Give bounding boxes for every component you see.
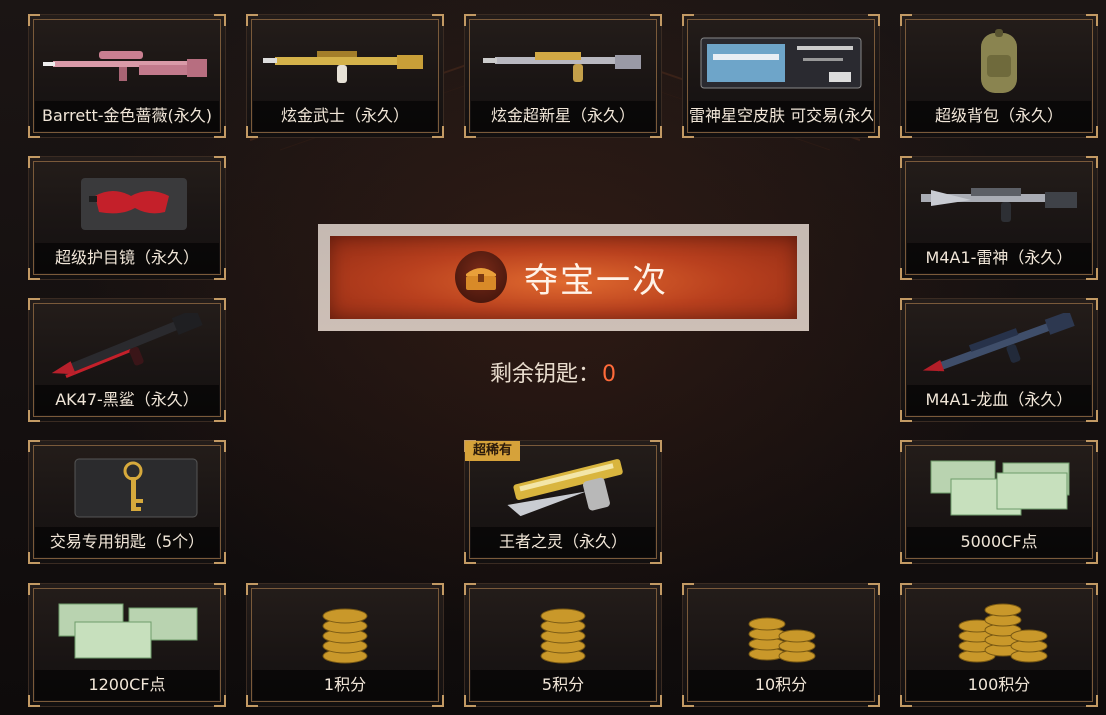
prize-label: 超级护目镜（永久） xyxy=(35,243,219,273)
prize-label: 炫金超新星（永久） xyxy=(471,101,655,131)
prize-label: 1200CF点 xyxy=(35,670,219,700)
keys-remaining-count: 0 xyxy=(602,362,616,387)
backpack-icon xyxy=(909,23,1089,101)
prize-thor-starry-skin[interactable]: 雷神星空皮肤 可交易(永久) xyxy=(682,14,880,138)
draw-button-label: 夺宝一次 xyxy=(524,261,668,301)
prize-label: Barrett-金色蔷薇(永久) xyxy=(35,101,219,131)
prize-label: 100积分 xyxy=(907,670,1091,700)
skin-voucher-card-icon xyxy=(691,23,871,101)
prize-label: 雷神星空皮肤 可交易(永久) xyxy=(689,101,873,131)
treasure-chest-icon xyxy=(455,251,507,303)
prize-label: 1积分 xyxy=(253,670,437,700)
coin-stack-icon xyxy=(473,592,653,670)
prize-label: 交易专用钥匙（5个） xyxy=(35,527,219,557)
gold-rifle-icon xyxy=(255,23,435,101)
prize-label: 炫金武士（永久） xyxy=(253,101,437,131)
pink-sniper-rifle-icon xyxy=(37,23,217,101)
prize-1-point[interactable]: 1积分 xyxy=(246,583,444,707)
prize-super-backpack[interactable]: 超级背包（永久） xyxy=(900,14,1098,138)
cf-points-bills-icon xyxy=(909,449,1089,527)
prize-barrett-golden-rose[interactable]: Barrett-金色蔷薇(永久) xyxy=(28,14,226,138)
prize-label: 5000CF点 xyxy=(907,527,1091,557)
prize-label: 王者之灵（永久） xyxy=(471,527,655,557)
prize-5-points[interactable]: 5积分 xyxy=(464,583,662,707)
prize-label: 10积分 xyxy=(689,670,873,700)
prize-golden-samurai[interactable]: 炫金武士（永久） xyxy=(246,14,444,138)
gold-rifle-icon xyxy=(473,23,653,101)
prize-1200-cf-points[interactable]: 1200CF点 xyxy=(28,583,226,707)
coin-stacks-icon xyxy=(909,592,1089,670)
prize-10-points[interactable]: 10积分 xyxy=(682,583,880,707)
cf-points-bills-icon xyxy=(37,592,217,670)
prize-label: M4A1-雷神（永久） xyxy=(907,243,1091,273)
prize-golden-supernova[interactable]: 炫金超新星（永久） xyxy=(464,14,662,138)
draw-once-button[interactable]: 夺宝一次 xyxy=(318,224,809,331)
gold-pistol-icon xyxy=(473,449,653,527)
goggles-icon xyxy=(37,165,217,243)
prize-label: 超级背包（永久） xyxy=(907,101,1091,131)
prize-label: M4A1-龙血（永久） xyxy=(907,385,1091,415)
prize-100-points[interactable]: 100积分 xyxy=(900,583,1098,707)
keys-remaining-label: 剩余钥匙： xyxy=(489,362,600,387)
prize-label: 5积分 xyxy=(471,670,655,700)
prize-trade-keys[interactable]: 交易专用钥匙（5个） xyxy=(28,440,226,564)
rifle-icon xyxy=(909,165,1089,243)
coin-stacks-icon xyxy=(691,592,871,670)
coin-stack-icon xyxy=(255,592,435,670)
prize-super-goggles[interactable]: 超级护目镜（永久） xyxy=(28,156,226,280)
prize-5000-cf-points[interactable]: 5000CF点 xyxy=(900,440,1098,564)
gold-key-icon xyxy=(37,449,217,527)
keys-remaining: 剩余钥匙：0 xyxy=(0,356,1106,388)
prize-m4a1-thor[interactable]: M4A1-雷神（永久） xyxy=(900,156,1098,280)
prize-king-spirit[interactable]: 超稀有 王者之灵（永久） xyxy=(464,440,662,564)
prize-label: AK47-黑鲨（永久） xyxy=(35,385,219,415)
